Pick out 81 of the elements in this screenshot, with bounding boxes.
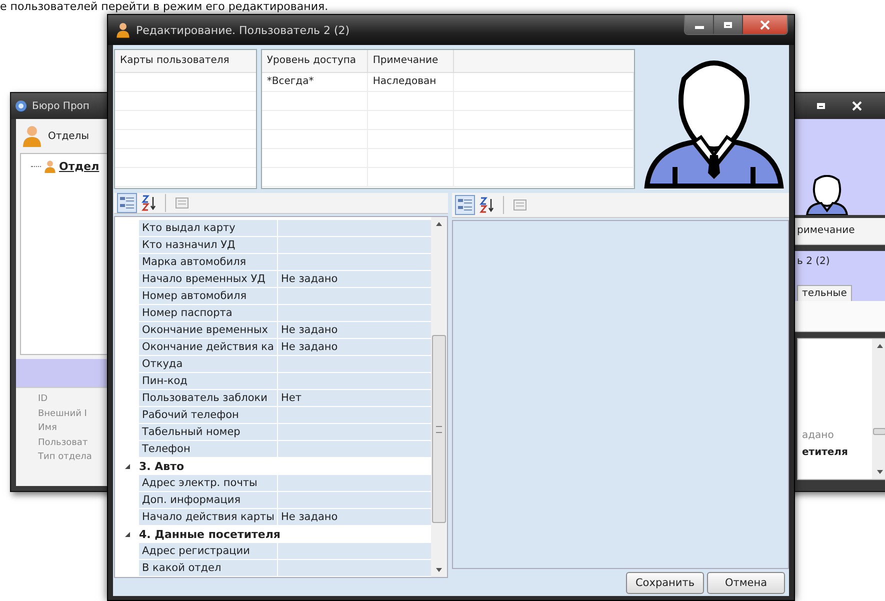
- property-name: Кто выдал карту: [139, 220, 278, 237]
- person-icon: [22, 125, 42, 147]
- property-name: Тип отдела: [38, 451, 92, 464]
- person-icon: [44, 160, 56, 173]
- save-button[interactable]: Сохранить: [626, 572, 704, 594]
- tab[interactable]: тельные: [797, 285, 852, 301]
- property-value-cell[interactable]: [278, 356, 431, 373]
- property-value: адано: [801, 429, 835, 443]
- window-title: Бюро Проп: [32, 100, 90, 112]
- scrollbar-thumb[interactable]: [432, 335, 446, 523]
- property-value-cell[interactable]: Не задано: [278, 271, 431, 288]
- property-value-cell[interactable]: Не задано: [278, 509, 431, 526]
- scroll-down-arrow-icon[interactable]: [876, 470, 882, 474]
- window-title: Редактирование. Пользователь 2 (2): [136, 24, 350, 36]
- property-value-cell[interactable]: [278, 237, 431, 254]
- property-value-cell[interactable]: [278, 254, 431, 271]
- cancel-button[interactable]: Отмена: [707, 572, 785, 594]
- close-icon: [760, 20, 770, 30]
- property-name: Адрес электр. почты: [139, 475, 278, 492]
- property-value-cell[interactable]: Нет: [278, 390, 431, 407]
- person-silhouette-icon: [805, 175, 849, 215]
- table-cell: *Всегда*: [262, 73, 368, 91]
- property-name: Доп. информация: [139, 492, 278, 509]
- app-logo-icon: [15, 100, 27, 112]
- property-name: Откуда: [139, 356, 278, 373]
- property-name: Начало действия карты: [139, 509, 278, 526]
- close-icon: [852, 101, 862, 111]
- property-name: Пользователь заблоки: [139, 390, 278, 407]
- scrollbar-thumb[interactable]: [873, 428, 885, 435]
- property-value-cell[interactable]: [278, 373, 431, 390]
- maximize-button[interactable]: [714, 15, 743, 34]
- property-name: Внешний I: [38, 408, 87, 420]
- column-header[interactable]: Карты пользователя: [115, 50, 256, 72]
- category-label: 3. Авто: [139, 459, 186, 475]
- property-name: Пин-код: [139, 373, 278, 390]
- table-cell: Наследован: [368, 73, 454, 91]
- property-pages-icon: [512, 197, 528, 213]
- property-value-cell[interactable]: [278, 492, 431, 509]
- property-name: В какой отдел: [139, 560, 278, 577]
- column-header[interactable]: Уровень доступа: [262, 50, 368, 72]
- person-icon: [116, 22, 130, 38]
- property-name: Телефон: [139, 441, 278, 458]
- property-name: Окончание действия ка: [139, 339, 278, 356]
- scrollbar[interactable]: [431, 217, 447, 577]
- property-name: Окончание временных: [139, 322, 278, 339]
- property-value-cell[interactable]: [278, 560, 431, 577]
- property-value-cell[interactable]: [278, 407, 431, 424]
- property-name: ID: [38, 393, 48, 406]
- property-value-cell[interactable]: [278, 288, 431, 305]
- property-value-cell[interactable]: Не задано: [278, 322, 431, 339]
- property-value-cell[interactable]: [278, 305, 431, 322]
- tab[interactable]: Отделы: [48, 130, 90, 142]
- scroll-up-arrow-icon[interactable]: [436, 222, 442, 226]
- category-label: етителя: [801, 446, 849, 460]
- property-value-cell[interactable]: [278, 543, 431, 560]
- property-value-cell[interactable]: [278, 475, 431, 492]
- property-name: Рабочий телефон: [139, 407, 278, 424]
- property-value-cell[interactable]: Не задано: [278, 339, 431, 356]
- selected-user-title: ь 2 (2): [797, 256, 831, 267]
- expand-arrow-icon[interactable]: [124, 464, 130, 469]
- property-name: Марка автомобиля: [139, 254, 278, 271]
- property-name: Кто назначил УД: [139, 237, 278, 254]
- scrollbar[interactable]: [872, 339, 885, 479]
- minimize-button[interactable]: [685, 15, 714, 34]
- property-value-cell[interactable]: [278, 441, 431, 458]
- property-name: Пользоват: [38, 436, 88, 450]
- scroll-up-arrow-icon[interactable]: [876, 344, 882, 348]
- scroll-down-arrow-icon[interactable]: [436, 568, 442, 572]
- property-name: Адрес регистрации: [139, 543, 278, 560]
- column-header[interactable]: Примечание: [368, 50, 454, 72]
- property-name: Номер автомобиля: [139, 288, 278, 305]
- property-name: Начало временных УД: [139, 271, 278, 288]
- tree-item[interactable]: Отдел: [59, 160, 100, 173]
- caption-text: е пользователей перейти в режим его редактирования.: [0, 0, 330, 13]
- property-name: Номер паспорта: [139, 305, 278, 322]
- category-label: 4. Данные посетителя: [139, 527, 282, 543]
- expand-arrow-icon[interactable]: [124, 532, 130, 537]
- property-name: Имя: [38, 422, 57, 435]
- property-value-cell[interactable]: [278, 220, 431, 237]
- property-value-cell[interactable]: [278, 424, 431, 441]
- property-name: Табельный номер: [139, 424, 278, 441]
